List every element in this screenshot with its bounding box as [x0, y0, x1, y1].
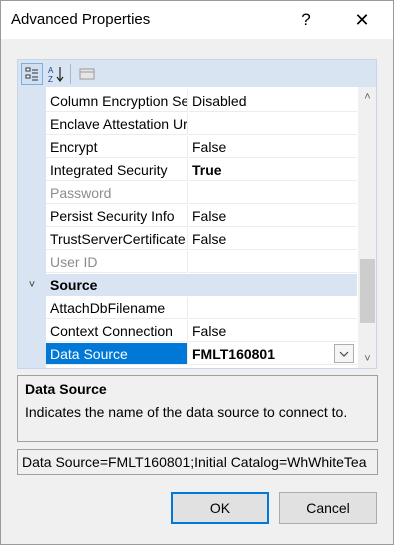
scroll-thumb[interactable] — [360, 259, 375, 323]
property-name: Enclave Attestation Url — [46, 113, 188, 135]
property-row[interactable]: Enclave Attestation Url — [18, 113, 357, 136]
property-row[interactable]: Encrypt False — [18, 136, 357, 159]
categorized-icon[interactable] — [21, 63, 43, 85]
property-name: Context Connection — [46, 320, 188, 342]
close-button[interactable]: ✕ — [339, 1, 385, 39]
description-title: Data Source — [25, 381, 107, 397]
property-row[interactable]: Password — [18, 182, 357, 205]
svg-text:A: A — [48, 66, 54, 75]
property-grid: Column Encryption Setting Disabled Encla… — [17, 87, 377, 369]
property-name: Password — [46, 182, 188, 204]
property-name: Integrated Security — [46, 159, 188, 181]
property-name: Persist Security Info — [46, 205, 188, 227]
alphabetical-sort-icon[interactable]: A Z — [45, 63, 67, 85]
description-text: Indicates the name of the data source to… — [25, 404, 348, 420]
category-row-source[interactable]: ˅ Source — [18, 274, 357, 297]
connection-string-field[interactable]: Data Source=FMLT160801;Initial Catalog=W… — [17, 449, 378, 475]
scroll-down-icon[interactable]: ˅ — [358, 350, 376, 367]
cancel-button[interactable]: Cancel — [279, 492, 377, 524]
property-pages-icon — [76, 63, 98, 85]
dialog-title: Advanced Properties — [11, 11, 151, 28]
property-value[interactable]: False — [189, 320, 357, 342]
property-name: Data Source — [46, 343, 188, 365]
property-name: Encrypt — [46, 136, 188, 158]
property-value[interactable] — [189, 182, 357, 204]
scroll-up-icon[interactable]: ˄ — [358, 88, 376, 105]
property-name: AttachDbFilename — [46, 297, 188, 319]
property-row[interactable]: User ID — [18, 251, 357, 274]
property-value[interactable]: True — [189, 159, 357, 181]
property-name: User ID — [46, 251, 188, 273]
property-value[interactable]: False — [189, 136, 357, 158]
toolbar-separator — [70, 64, 71, 84]
property-value[interactable] — [189, 113, 357, 135]
help-button[interactable]: ? — [283, 1, 329, 39]
title-bar: Advanced Properties ? ✕ — [1, 1, 393, 39]
data-source-value-input[interactable]: FMLT160801 — [189, 343, 357, 365]
ok-button[interactable]: OK — [171, 492, 269, 524]
property-name: Column Encryption Setting — [46, 90, 188, 112]
property-value[interactable] — [189, 297, 357, 319]
property-grid-toolbar: A Z — [17, 59, 377, 87]
property-value[interactable]: Disabled — [189, 90, 357, 112]
property-value[interactable]: False — [189, 228, 357, 250]
advanced-properties-dialog: Advanced Properties ? ✕ A Z Column Encry… — [0, 0, 394, 545]
property-row[interactable]: Context Connection False — [18, 320, 357, 343]
category-name: Source — [46, 274, 357, 296]
dropdown-chevron-icon[interactable] — [334, 344, 354, 363]
property-name: TrustServerCertificate — [46, 228, 188, 250]
svg-text:Z: Z — [48, 75, 53, 83]
property-row[interactable]: Persist Security Info False — [18, 205, 357, 228]
property-row[interactable]: TrustServerCertificate False — [18, 228, 357, 251]
property-row[interactable]: Integrated Security True — [18, 159, 357, 182]
vertical-scrollbar[interactable]: ˄ ˅ — [358, 87, 376, 368]
property-row[interactable]: Column Encryption Setting Disabled — [18, 90, 357, 113]
description-panel: Data Source Indicates the name of the da… — [17, 375, 378, 442]
collapse-chevron-icon[interactable]: ˅ — [24, 277, 40, 293]
property-row-data-source[interactable]: Data Source FMLT160801 — [18, 343, 357, 366]
property-value[interactable]: False — [189, 205, 357, 227]
property-value[interactable] — [189, 251, 357, 273]
property-row[interactable]: AttachDbFilename — [18, 297, 357, 320]
